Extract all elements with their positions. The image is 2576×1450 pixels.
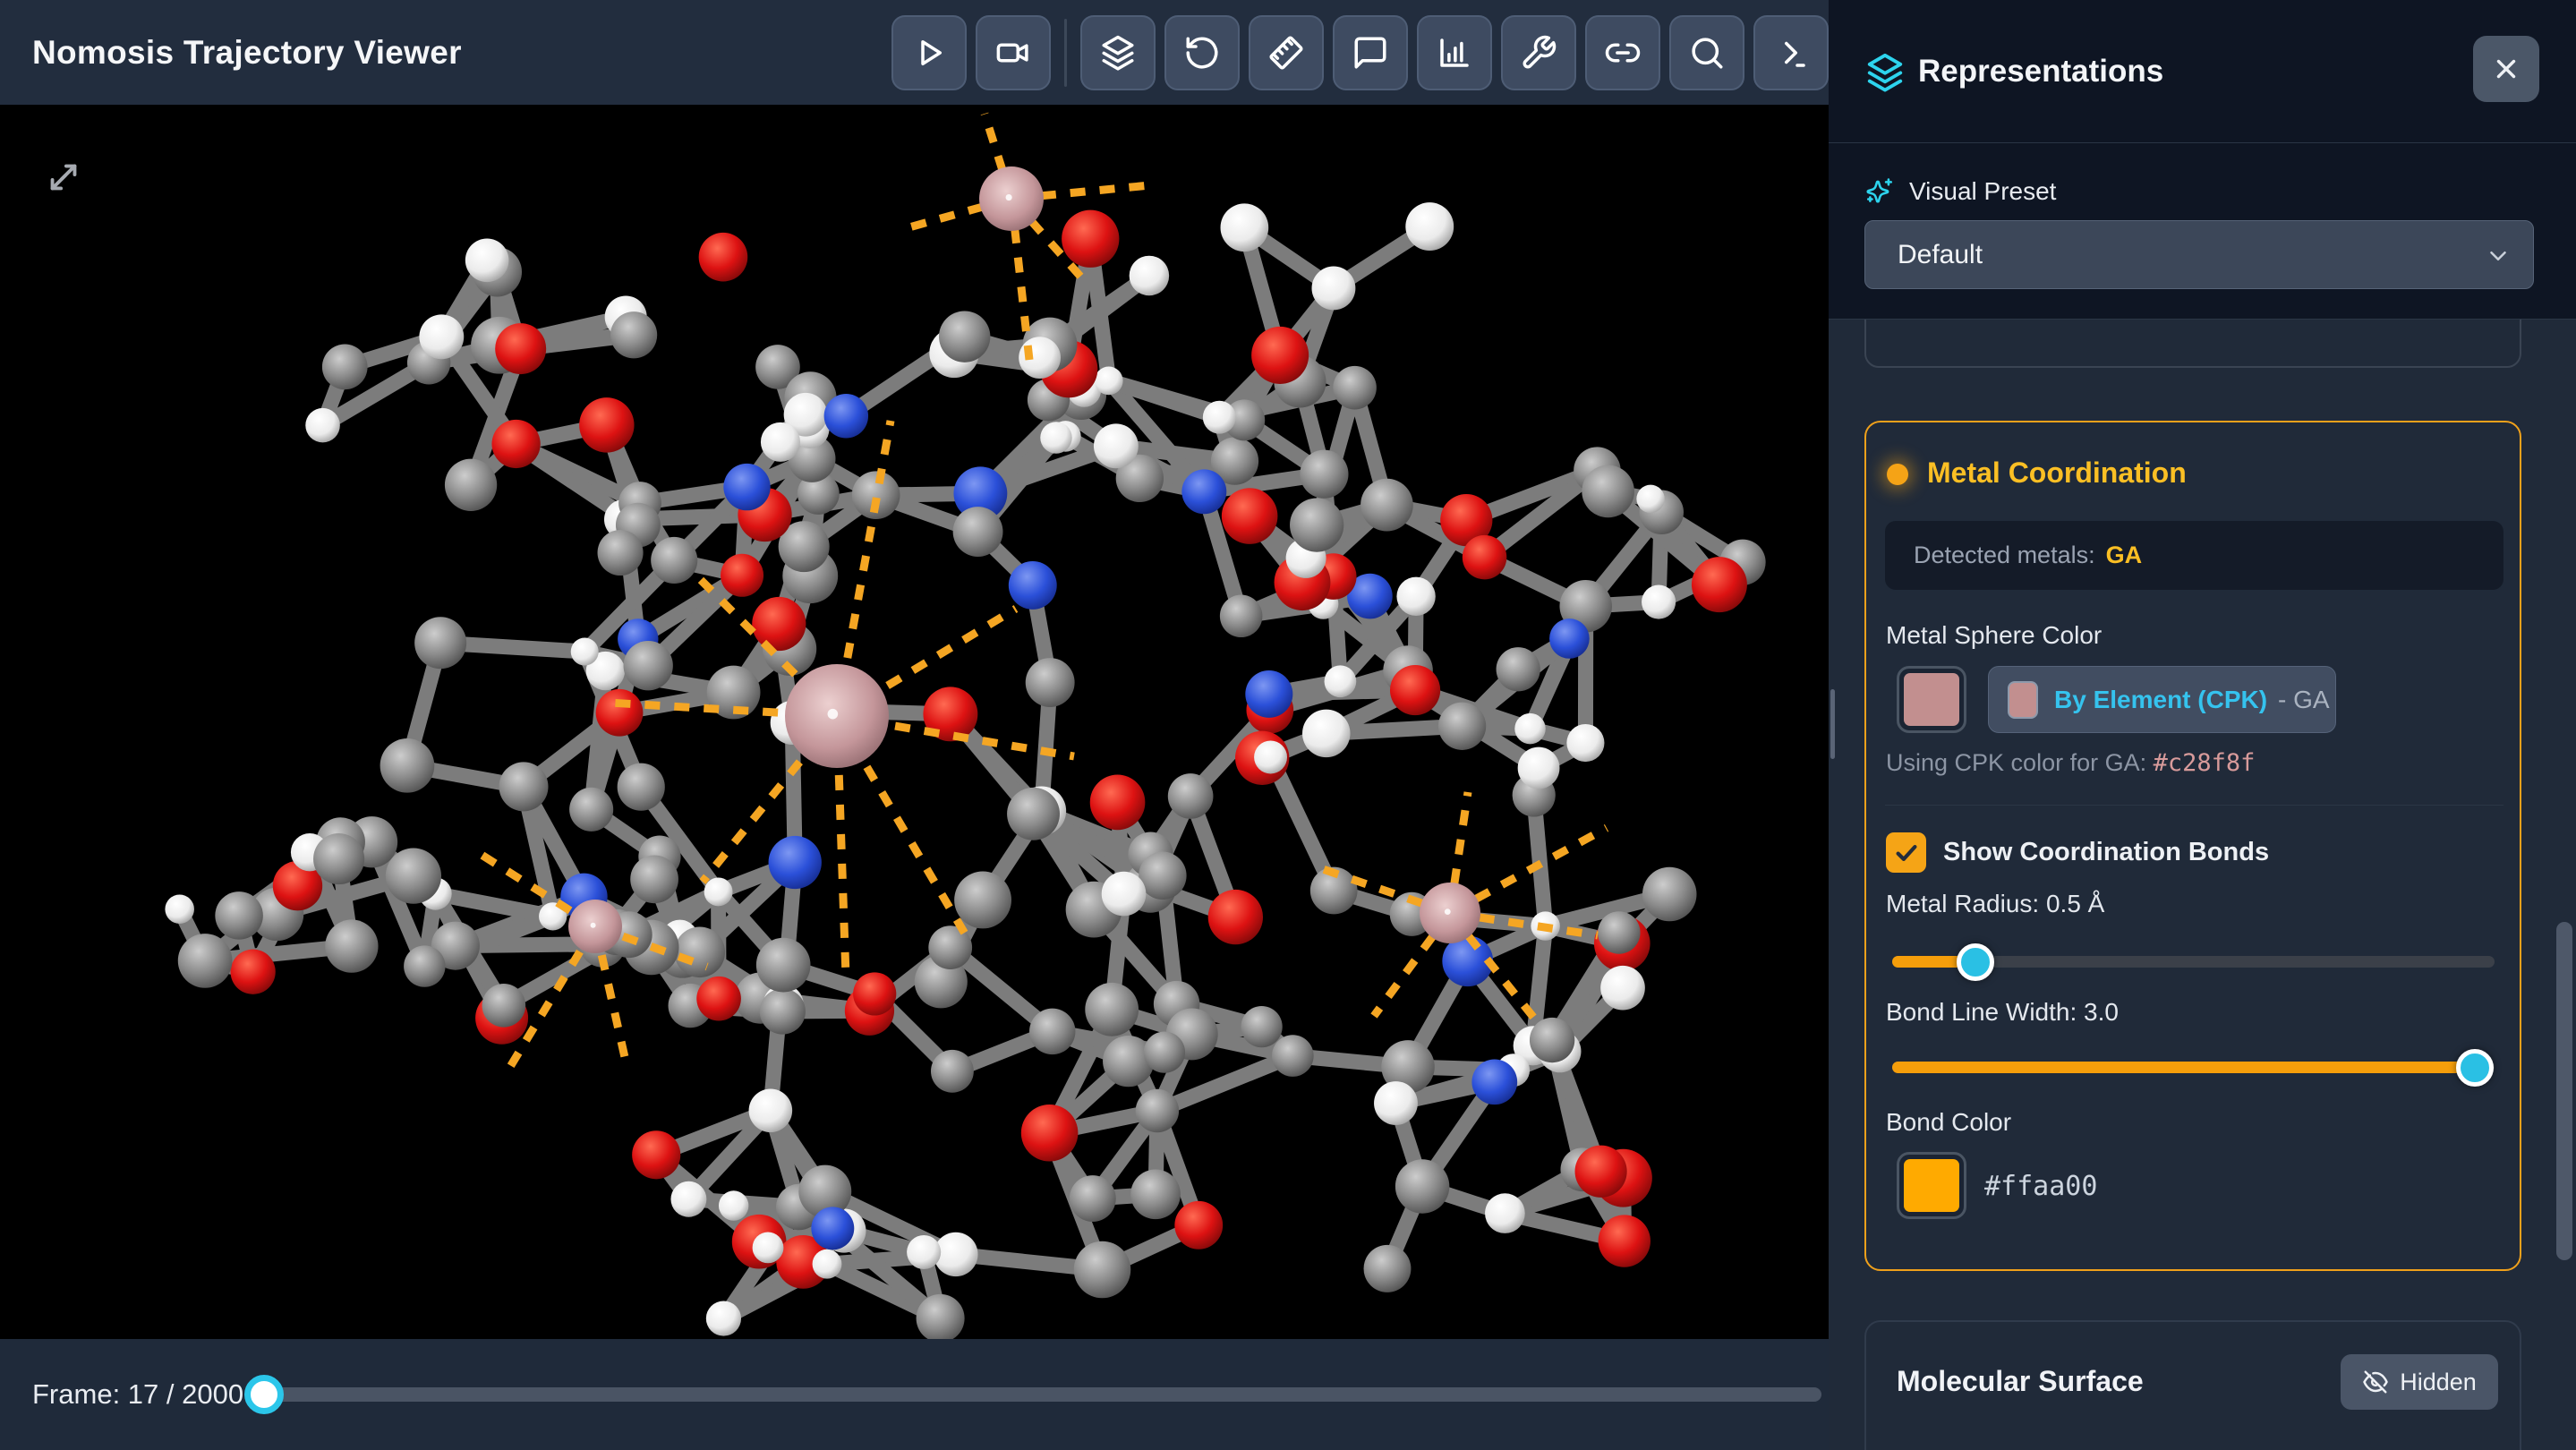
bond-line-width-slider-fill (1892, 1062, 2475, 1073)
video-icon (994, 34, 1032, 72)
detected-metals-box: Detected metals: GA (1885, 521, 2503, 590)
metal-coordination-title: Metal Coordination (1927, 456, 2187, 490)
metal-radius-slider-thumb[interactable] (1957, 943, 1994, 981)
toolbar-separator (1064, 19, 1067, 87)
cpk-mini-swatch (2008, 681, 2038, 719)
metal-sphere-color-fill (1904, 673, 1959, 726)
metal-radius-slider[interactable] (1892, 956, 2495, 968)
comment-icon (1352, 34, 1389, 72)
preset-dropdown[interactable]: Default (1864, 220, 2534, 289)
molecular-surface-card: Molecular Surface Hidden (1864, 1320, 2521, 1450)
bond-line-width-slider-thumb[interactable] (2456, 1049, 2494, 1087)
top-bar: Nomosis Trajectory Viewer (0, 0, 1829, 105)
metal-sphere-color-swatch[interactable] (1897, 666, 1966, 733)
check-icon (1893, 840, 1920, 866)
search-icon (1688, 34, 1726, 72)
chevron-down-icon (2485, 243, 2512, 269)
metal-radius-label: Metal Radius: 0.5 Å (1886, 890, 2104, 918)
metal-sphere-color-label: Metal Sphere Color (1886, 621, 2102, 650)
cpk-hex-value: #c28f8f (2154, 749, 2256, 777)
bond-color-label: Bond Color (1886, 1108, 2011, 1137)
bond-color-swatch[interactable] (1897, 1152, 1966, 1219)
bond-line-width-slider[interactable] (1892, 1062, 2495, 1073)
frame-slider-thumb[interactable] (244, 1375, 284, 1414)
layers-button[interactable] (1080, 15, 1156, 90)
visual-preset-row: Visual Preset (1864, 175, 2056, 208)
molecule-viewport[interactable] (0, 105, 1829, 1339)
color-mode-label: By Element (CPK) (2054, 686, 2267, 714)
rotate-ccw-icon (1183, 34, 1221, 72)
representations-panel: Representations Visual Preset Default Me… (1829, 0, 2576, 1450)
app-title: Nomosis Trajectory Viewer (32, 0, 462, 105)
play-icon (910, 34, 948, 72)
frame-slider[interactable] (251, 1387, 1821, 1402)
bond-line-width-label: Bond Line Width: 3.0 (1886, 998, 2119, 1027)
panel-scroll-area: Metal Coordination Detected metals: GA M… (1829, 320, 2576, 1450)
visual-preset-label: Visual Preset (1909, 177, 2056, 206)
eye-off-icon (2362, 1369, 2389, 1395)
chevron-right-icon (1772, 34, 1810, 72)
preset-dropdown-value: Default (1898, 240, 1983, 270)
bond-color-hex: #ffaa00 (1984, 1171, 2097, 1202)
detected-metals-value: GA (2106, 542, 2143, 569)
measure-button[interactable] (1249, 15, 1324, 90)
expand-icon[interactable] (43, 157, 84, 198)
playback-bar: Frame: 17 / 2000 (0, 1339, 1829, 1450)
analysis-chart-button[interactable] (1417, 15, 1492, 90)
cpk-note: Using CPK color for GA: #c28f8f (1886, 749, 2255, 777)
panel-title: Representations (1918, 0, 2163, 143)
molecule-render (0, 105, 1829, 1339)
play-button[interactable] (891, 15, 967, 90)
divider (1885, 805, 2503, 806)
color-mode-suffix: - GA (2278, 686, 2330, 714)
tools-button[interactable] (1501, 15, 1576, 90)
sparkles-icon (1864, 176, 1895, 207)
surface-visibility-label: Hidden (2400, 1369, 2477, 1396)
record-video-button[interactable] (976, 15, 1051, 90)
close-panel-button[interactable] (2473, 36, 2539, 102)
wrench-icon (1520, 34, 1557, 72)
next-panel-button[interactable] (1753, 15, 1829, 90)
ruler-icon (1267, 34, 1305, 72)
layers-icon (1864, 52, 1906, 93)
molecular-surface-title: Molecular Surface (1897, 1365, 2144, 1398)
frame-counter: Frame: 17 / 2000 (32, 1339, 243, 1450)
toolbar (891, 15, 1829, 90)
surface-visibility-button[interactable]: Hidden (2341, 1354, 2498, 1410)
panel-header: Representations (1829, 0, 2576, 143)
metal-coordination-card: Metal Coordination Detected metals: GA M… (1864, 421, 2521, 1271)
reset-view-button[interactable] (1164, 15, 1240, 90)
annotations-button[interactable] (1333, 15, 1408, 90)
bar-chart-icon (1436, 34, 1473, 72)
close-icon (2491, 54, 2521, 84)
active-indicator-dot (1887, 464, 1908, 485)
share-link-button[interactable] (1585, 15, 1660, 90)
panel-resize-handle[interactable] (1830, 689, 1835, 759)
search-button[interactable] (1669, 15, 1744, 90)
link-icon (1604, 34, 1642, 72)
panel-scrollbar-thumb[interactable] (2556, 922, 2572, 1260)
scrolled-card-partial (1864, 320, 2521, 368)
panel-header-section: Representations Visual Preset Default (1829, 0, 2576, 320)
detected-metals-label: Detected metals: (1914, 542, 2095, 569)
show-coordination-bonds-checkbox[interactable] (1886, 832, 1926, 873)
bond-color-fill (1904, 1159, 1959, 1212)
layers-icon (1099, 34, 1137, 72)
show-coordination-bonds-label: Show Coordination Bonds (1943, 838, 2269, 867)
color-mode-button[interactable]: By Element (CPK) - GA (1988, 666, 2336, 733)
